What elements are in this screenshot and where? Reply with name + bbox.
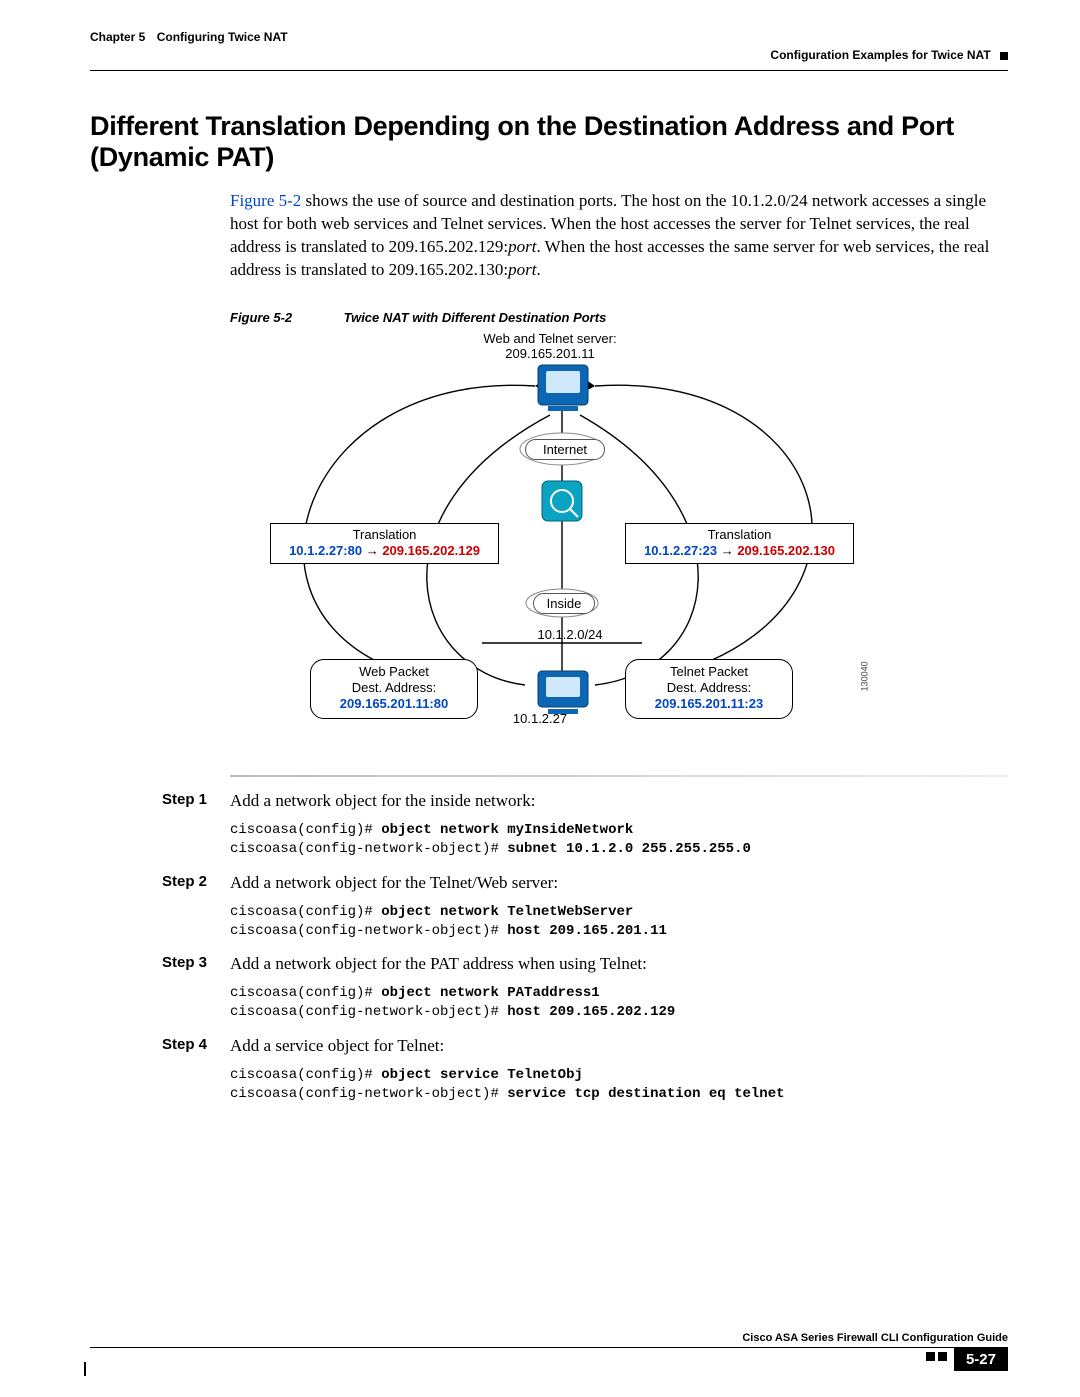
- step-label: Step 3: [90, 954, 230, 974]
- translation-left-src: 10.1.2.27:80: [289, 543, 362, 558]
- code-prompt: ciscoasa(config)#: [230, 822, 381, 838]
- server-label: Web and Telnet server: 209.165.201.11: [440, 331, 660, 362]
- packet-left-title: Web Packet: [359, 664, 429, 679]
- inside-label: Inside: [533, 593, 595, 615]
- step-row: Step 1Add a network object for the insid…: [90, 791, 1008, 811]
- header-right: Configuration Examples for Twice NAT: [770, 48, 1008, 62]
- footer-tick: [84, 1362, 86, 1376]
- header-left: Chapter 5 Configuring Twice NAT: [90, 30, 288, 44]
- chapter-title: Configuring Twice NAT: [157, 30, 288, 44]
- server-label-line1: Web and Telnet server:: [483, 331, 616, 346]
- packet-left-addr: 209.165.201.11:80: [340, 696, 448, 711]
- step-row: Step 3Add a network object for the PAT a…: [90, 954, 1008, 974]
- step-row: Step 2Add a network object for the Telne…: [90, 873, 1008, 893]
- step-label: Step 1: [90, 791, 230, 811]
- figure-caption: Figure 5-2 Twice NAT with Different Dest…: [230, 310, 1008, 325]
- packet-box-right: Telnet Packet Dest. Address: 209.165.201…: [625, 659, 793, 719]
- step-description: Add a network object for the Telnet/Web …: [230, 873, 558, 893]
- section-path: Configuration Examples for Twice NAT: [770, 48, 990, 62]
- translation-right-dst: 209.165.202.130: [737, 543, 835, 558]
- figure-id: 130040: [860, 661, 871, 691]
- code-prompt: ciscoasa(config-network-object)#: [230, 1004, 507, 1020]
- translation-left-title: Translation: [353, 527, 417, 542]
- footer-book-title: Cisco ASA Series Firewall CLI Configurat…: [90, 1332, 1008, 1344]
- intro-tail: .: [536, 260, 540, 279]
- server-ip: 209.165.201.11: [505, 346, 594, 361]
- code-prompt: ciscoasa(config)#: [230, 904, 381, 920]
- packet-left-destlabel: Dest. Address:: [352, 680, 437, 695]
- translation-left-dst: 209.165.202.129: [382, 543, 480, 558]
- code-command: subnet 10.1.2.0 255.255.255.0: [507, 841, 751, 857]
- step-label: Step 2: [90, 873, 230, 893]
- footer-square-icon: [926, 1352, 935, 1361]
- step-description: Add a network object for the PAT address…: [230, 954, 647, 974]
- section-heading: Different Translation Depending on the D…: [90, 111, 1008, 173]
- server-icon: [538, 365, 588, 411]
- footer-square-icon: [938, 1352, 947, 1361]
- port-word-1: port: [508, 237, 536, 256]
- code-command: object network myInsideNetwork: [381, 822, 633, 838]
- running-header: Chapter 5 Configuring Twice NAT Configur…: [90, 30, 1008, 71]
- step-label: Step 4: [90, 1036, 230, 1056]
- figure-reference-link[interactable]: Figure 5-2: [230, 191, 301, 210]
- packet-right-addr: 209.165.201.11:23: [655, 696, 763, 711]
- packet-box-left: Web Packet Dest. Address: 209.165.201.11…: [310, 659, 478, 719]
- subnet-label: 10.1.2.0/24: [520, 627, 620, 643]
- page-footer: Cisco ASA Series Firewall CLI Configurat…: [90, 1332, 1008, 1371]
- packet-right-title: Telnet Packet: [670, 664, 748, 679]
- header-square-icon: [1000, 52, 1008, 60]
- code-prompt: ciscoasa(config)#: [230, 1067, 381, 1083]
- packet-right-destlabel: Dest. Address:: [667, 680, 752, 695]
- code-command: object network PATaddress1: [381, 985, 599, 1001]
- step-row: Step 4Add a service object for Telnet:: [90, 1036, 1008, 1056]
- code-block: ciscoasa(config)# object service TelnetO…: [230, 1066, 1008, 1104]
- translation-right-title: Translation: [708, 527, 772, 542]
- code-prompt: ciscoasa(config-network-object)#: [230, 923, 507, 939]
- separator-rule: [230, 775, 1008, 777]
- step-description: Add a service object for Telnet:: [230, 1036, 444, 1056]
- code-prompt: ciscoasa(config)#: [230, 985, 381, 1001]
- code-command: host 209.165.202.129: [507, 1004, 675, 1020]
- step-description: Add a network object for the inside netw…: [230, 791, 535, 811]
- code-command: object service TelnetObj: [381, 1067, 583, 1083]
- port-word-2: port: [508, 260, 536, 279]
- chapter-number: Chapter 5: [90, 30, 145, 44]
- host-label: 10.1.2.27: [500, 711, 580, 727]
- footer-page-number: 5-27: [954, 1348, 1008, 1371]
- intro-paragraph: Figure 5-2 shows the use of source and d…: [230, 190, 1008, 282]
- code-command: host 209.165.201.11: [507, 923, 667, 939]
- arrow-icon: →: [366, 543, 383, 558]
- code-block: ciscoasa(config)# object network PATaddr…: [230, 984, 1008, 1022]
- internet-label: Internet: [525, 439, 605, 461]
- firewall-icon: [542, 481, 582, 521]
- code-command: object network TelnetWebServer: [381, 904, 633, 920]
- figure-diagram: Web and Telnet server: 209.165.201.11 In…: [250, 331, 870, 761]
- code-block: ciscoasa(config)# object network myInsid…: [230, 821, 1008, 859]
- figure-label: Figure 5-2: [230, 310, 340, 325]
- code-command: service tcp destination eq telnet: [507, 1086, 784, 1102]
- translation-right-src: 10.1.2.27:23: [644, 543, 717, 558]
- steps-list: Step 1Add a network object for the insid…: [90, 791, 1008, 1104]
- arrow-icon: →: [721, 543, 738, 558]
- figure-title: Twice NAT with Different Destination Por…: [344, 310, 607, 325]
- translation-box-right: Translation 10.1.2.27:23 → 209.165.202.1…: [625, 523, 854, 565]
- code-prompt: ciscoasa(config-network-object)#: [230, 1086, 507, 1102]
- translation-box-left: Translation 10.1.2.27:80 → 209.165.202.1…: [270, 523, 499, 565]
- code-block: ciscoasa(config)# object network TelnetW…: [230, 903, 1008, 941]
- code-prompt: ciscoasa(config-network-object)#: [230, 841, 507, 857]
- page: Chapter 5 Configuring Twice NAT Configur…: [0, 0, 1080, 1397]
- footer-row: 5-27: [90, 1347, 1008, 1371]
- host-icon: [538, 671, 588, 714]
